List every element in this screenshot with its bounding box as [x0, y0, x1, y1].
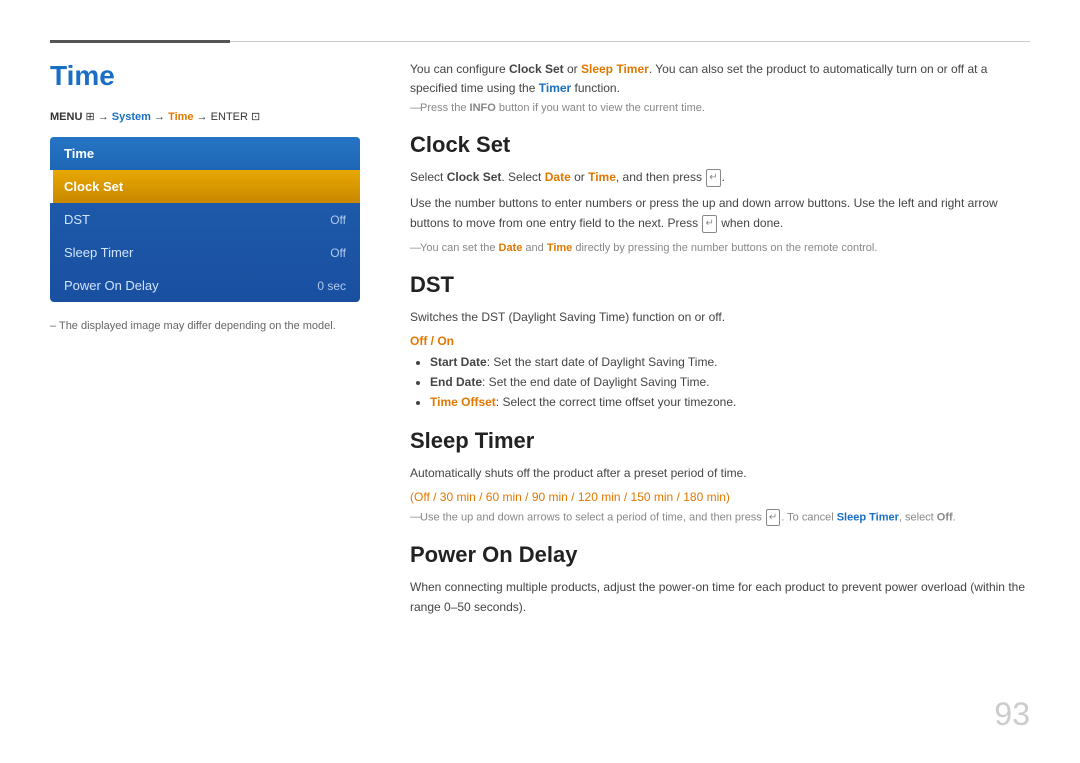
menu-item-clock-set[interactable]: Clock Set — [50, 170, 360, 203]
clock-set-body1: Select Clock Set. Select Date or Time, a… — [410, 168, 1030, 188]
top-bar — [50, 40, 1030, 43]
dst-bullet-start-date: Start Date: Set the start date of Daylig… — [430, 353, 1030, 373]
menu-item-power-on-delay-label: Power On Delay — [64, 278, 159, 293]
right-panel: You can configure Clock Set or Sleep Tim… — [410, 60, 1030, 624]
top-bar-line — [230, 41, 1030, 42]
sleep-timer-body1: Automatically shuts off the product afte… — [410, 464, 1030, 484]
menu-path-arrow1: → — [95, 111, 112, 123]
menu-item-dst[interactable]: DST Off — [50, 203, 360, 236]
clock-set-note: You can set the Date and Time directly b… — [410, 240, 1030, 257]
section-title-power-on-delay: Power On Delay — [410, 542, 1030, 568]
left-note: – The displayed image may differ dependi… — [50, 320, 360, 332]
menu-item-sleep-timer-value: Off — [330, 246, 346, 260]
menu-path-system: System — [112, 111, 151, 123]
menu-path: MENU ⊞ → System → Time → ENTER ⊡ — [50, 110, 360, 123]
power-on-delay-body1: When connecting multiple products, adjus… — [410, 578, 1030, 618]
sleep-timer-options: (Off / 30 min / 60 min / 90 min / 120 mi… — [410, 490, 1030, 504]
menu-path-menu: MENU — [50, 111, 85, 123]
dst-off-on: Off / On — [410, 334, 1030, 348]
menu-path-arrow3: → ENTER — [194, 111, 251, 123]
menu-path-arrow2: → — [151, 111, 168, 123]
dst-bullet-time-offset: Time Offset: Select the correct time off… — [430, 393, 1030, 413]
press-note: Press the INFO button if you want to vie… — [410, 102, 1030, 114]
page-title: Time — [50, 60, 360, 92]
page-number: 93 — [994, 696, 1030, 733]
intro-text: You can configure Clock Set or Sleep Tim… — [410, 60, 1030, 98]
menu-path-enter: ⊡ — [251, 111, 260, 123]
menu-path-time: Time — [168, 111, 193, 123]
menu-item-dst-value: Off — [330, 213, 346, 227]
section-title-clock-set: Clock Set — [410, 132, 1030, 158]
menu-item-dst-label: DST — [64, 212, 90, 227]
dst-body1: Switches the DST (Daylight Saving Time) … — [410, 308, 1030, 328]
section-title-sleep-timer: Sleep Timer — [410, 428, 1030, 454]
intro-timer-blue: Timer — [539, 81, 571, 95]
section-title-dst: DST — [410, 272, 1030, 298]
left-panel: Time MENU ⊞ → System → Time → ENTER ⊡ Ti… — [50, 60, 360, 332]
menu-path-icon: ⊞ — [85, 111, 94, 123]
intro-sleep-timer-orange: Sleep Timer — [581, 62, 649, 76]
menu-item-clock-set-label: Clock Set — [64, 179, 123, 194]
intro-clock-set-bold: Clock Set — [509, 62, 564, 76]
menu-box-header: Time — [50, 137, 360, 170]
top-bar-accent — [50, 40, 230, 43]
dst-bullet-list: Start Date: Set the start date of Daylig… — [410, 353, 1030, 412]
menu-box: Time Clock Set DST Off Sleep Timer Off P… — [50, 137, 360, 302]
sleep-timer-note: Use the up and down arrows to select a p… — [410, 509, 1030, 526]
menu-item-sleep-timer[interactable]: Sleep Timer Off — [50, 236, 360, 269]
clock-set-body2: Use the number buttons to enter numbers … — [410, 194, 1030, 234]
menu-item-power-on-delay[interactable]: Power On Delay 0 sec — [50, 269, 360, 302]
menu-item-power-on-delay-value: 0 sec — [317, 279, 346, 293]
dst-bullet-end-date: End Date: Set the end date of Daylight S… — [430, 373, 1030, 393]
menu-item-sleep-timer-label: Sleep Timer — [64, 245, 133, 260]
